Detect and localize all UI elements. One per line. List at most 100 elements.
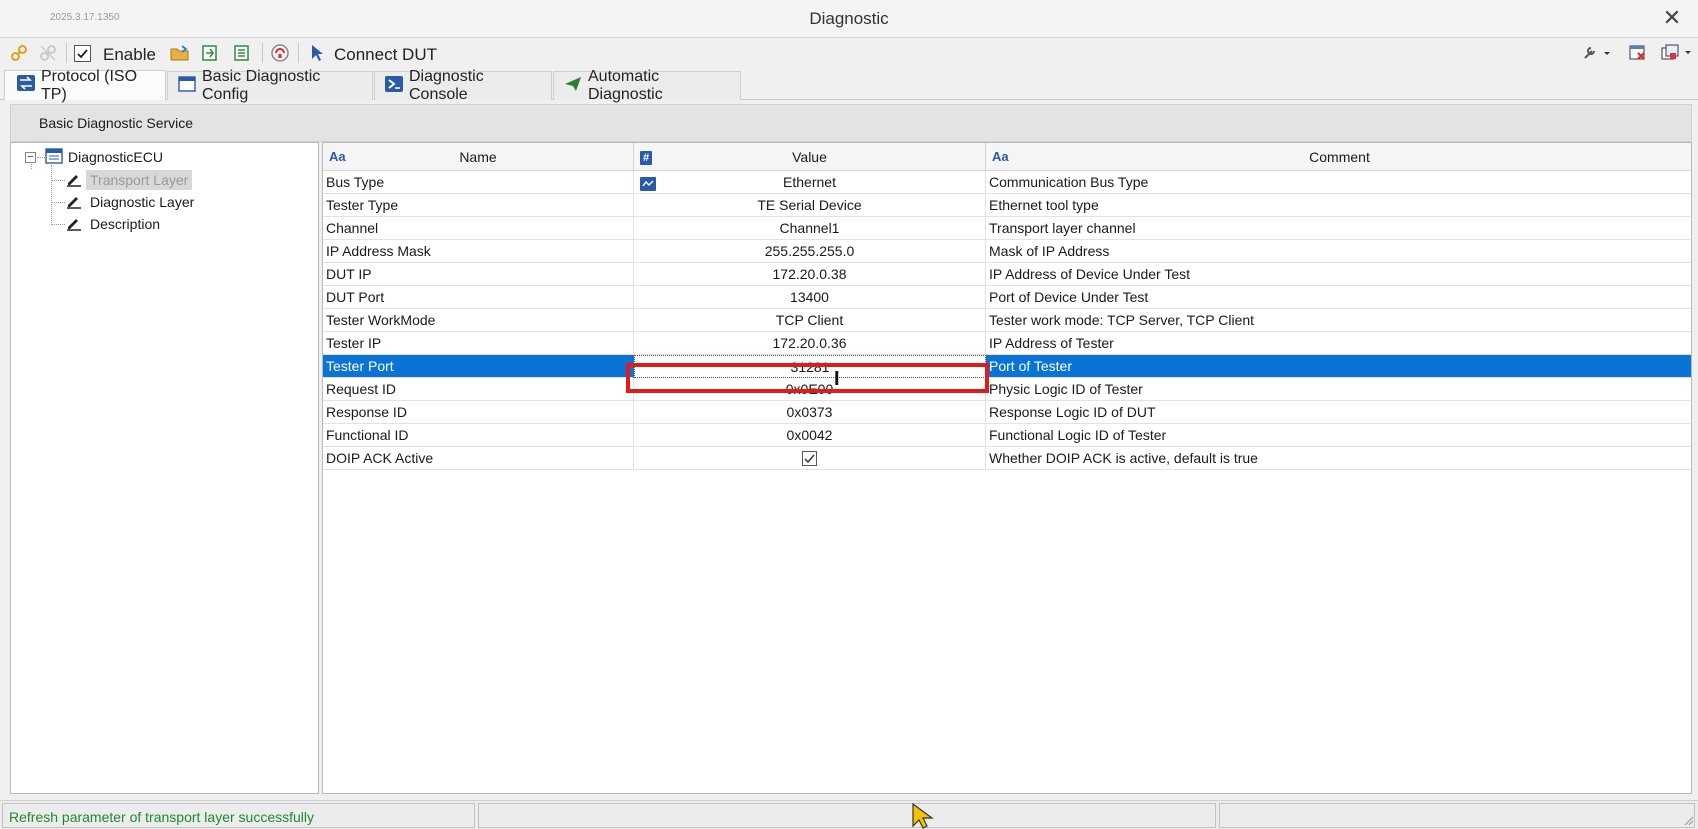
toolbar-separator — [262, 43, 263, 63]
cell-name: Tester IP — [323, 332, 634, 355]
pointer-icon[interactable] — [307, 43, 327, 63]
resize-grip-icon[interactable] — [1682, 814, 1694, 826]
table-row[interactable]: IP Address Mask 255.255.255.0 Mask of IP… — [323, 240, 1691, 263]
toolbar-separator — [66, 43, 67, 63]
tools-dropdown[interactable] — [1580, 43, 1614, 63]
link-icon[interactable] — [9, 43, 29, 63]
table-row[interactable]: DOIP ACK Active Whether DOIP ACK is acti… — [323, 447, 1691, 470]
cell-comment: Ethernet tool type — [989, 197, 1099, 213]
layout-dropdown[interactable] — [1660, 43, 1694, 63]
pencil-icon — [66, 171, 82, 190]
doip-ack-checkbox[interactable] — [802, 450, 817, 466]
cell-comment: Functional Logic ID of Tester — [989, 427, 1167, 443]
cell-comment: IP Address of Tester — [989, 335, 1114, 351]
export-icon[interactable] — [232, 43, 252, 63]
status-section — [478, 803, 1216, 828]
tab-diagnostic-console[interactable]: Diagnostic Console — [374, 68, 552, 103]
tab-label: Automatic Diagnostic — [588, 68, 663, 103]
ecu-icon — [45, 147, 63, 167]
pencil-icon — [66, 215, 82, 234]
status-message: Refresh parameter of transport layer suc… — [9, 809, 315, 825]
cell-value[interactable] — [634, 447, 986, 470]
cell-value[interactable]: 13400 — [634, 286, 986, 309]
import-icon[interactable] — [200, 43, 220, 63]
cell-value[interactable]: TE Serial Device — [634, 194, 986, 217]
send-icon — [564, 76, 582, 97]
cell-value[interactable]: 0x0042 — [634, 424, 986, 447]
close-window-icon[interactable] — [1628, 43, 1648, 63]
cell-value[interactable]: 0x0373 — [634, 401, 986, 424]
table-row-selected[interactable]: Tester Port 31281 Port of Tester — [323, 355, 1691, 378]
cell-comment: Communication Bus Type — [989, 174, 1149, 190]
section-title: Basic Diagnostic Service — [39, 115, 194, 131]
tab-label: Diagnostic Console — [409, 68, 484, 103]
tab-protocol-iso-tp[interactable]: Protocol (ISO TP) — [4, 68, 166, 103]
cell-value[interactable]: 255.255.255.0 — [634, 240, 986, 263]
table-row[interactable]: Response ID 0x0373 Response Logic ID of … — [323, 401, 1691, 424]
unlink-icon[interactable] — [38, 43, 58, 63]
cell-name: Tester WorkMode — [323, 309, 634, 332]
cell-value[interactable]: Ethernet — [634, 171, 986, 194]
cell-name: IP Address Mask — [323, 240, 634, 263]
open-folder-icon[interactable] — [170, 43, 190, 63]
cell-comment: Tester work mode: TCP Server, TCP Client — [989, 312, 1255, 328]
cell-comment: Transport layer channel — [989, 220, 1136, 236]
table-row[interactable]: Tester WorkMode TCP Client Tester work m… — [323, 309, 1691, 332]
diagnostic-icon[interactable] — [270, 43, 290, 63]
tree-item-label: Description — [90, 216, 161, 232]
tree-panel: − DiagnosticECU Transport Layer Diagnost… — [10, 142, 319, 794]
column-header-name[interactable]: Aa Name — [323, 143, 634, 171]
enable-checkbox[interactable] — [72, 43, 92, 63]
pencil-icon — [66, 193, 82, 212]
swap-icon — [17, 75, 35, 96]
cell-comment: Physic Logic ID of Tester — [989, 381, 1143, 397]
tab-bar: Protocol (ISO TP) Basic Diagnostic Confi… — [0, 68, 1698, 103]
toolbar: Enable Connect DUT — [0, 38, 1698, 68]
cell-name: Channel — [323, 217, 634, 240]
tree-item-diagnostic-layer[interactable]: Diagnostic Layer — [66, 191, 194, 213]
table-row[interactable]: Functional ID 0x0042 Functional Logic ID… — [323, 424, 1691, 447]
tree-root-label: DiagnosticECU — [68, 149, 163, 165]
cell-name: Request ID — [323, 378, 634, 401]
close-button[interactable]: ✕ — [1660, 6, 1684, 30]
table-row[interactable]: Channel Channel1 Transport layer channel — [323, 217, 1691, 240]
cell-comment: Port of Device Under Test — [989, 289, 1149, 305]
tree-item-root[interactable]: DiagnosticECU — [45, 146, 163, 168]
collapse-toggle[interactable]: − — [25, 152, 36, 163]
status-section: Refresh parameter of transport layer suc… — [2, 803, 475, 828]
cell-value[interactable]: Channel1 — [634, 217, 986, 240]
table-row[interactable]: Tester Type TE Serial Device Ethernet to… — [323, 194, 1691, 217]
section-header: Basic Diagnostic Service — [10, 104, 1692, 142]
table-row[interactable]: Bus Type Ethernet Communication Bus Type — [323, 171, 1691, 194]
cell-comment: Mask of IP Address — [989, 243, 1110, 259]
cell-value[interactable]: TCP Client — [634, 309, 986, 332]
cell-value[interactable]: 0x0E00 — [634, 378, 986, 401]
cell-comment: Whether DOIP ACK is active, default is t… — [989, 450, 1258, 466]
status-section — [1219, 803, 1695, 828]
table-row[interactable]: DUT Port 13400 Port of Device Under Test — [323, 286, 1691, 309]
ethernet-icon — [640, 175, 656, 194]
cell-value[interactable]: 172.20.0.38 — [634, 263, 986, 286]
cell-comment: IP Address of Device Under Test — [989, 266, 1191, 282]
cell-comment: Response Logic ID of DUT — [989, 404, 1156, 420]
connect-dut-button[interactable]: Connect DUT — [334, 45, 437, 65]
toolbar-separator — [298, 43, 299, 63]
cell-value-editor[interactable]: 31281 — [634, 355, 986, 378]
column-header-value[interactable]: # Value — [634, 143, 986, 171]
cell-comment: Port of Tester — [989, 358, 1073, 374]
tree-item-description[interactable]: Description — [66, 213, 160, 235]
table-row[interactable]: Request ID 0x0E00 Physic Logic ID of Tes… — [323, 378, 1691, 401]
table-row[interactable]: DUT IP 172.20.0.38 IP Address of Device … — [323, 263, 1691, 286]
column-header-comment[interactable]: Aa Comment — [986, 143, 1691, 171]
console-icon — [385, 75, 403, 97]
tab-basic-diagnostic-config[interactable]: Basic Diagnostic Config — [167, 68, 373, 103]
tree-item-transport-layer[interactable]: Transport Layer — [66, 169, 193, 191]
tab-label: Protocol (ISO TP) — [41, 67, 138, 103]
enable-label[interactable]: Enable — [103, 45, 156, 65]
mouse-pointer-icon — [912, 803, 934, 829]
window-title: Diagnostic — [809, 9, 889, 28]
cell-value[interactable]: 172.20.0.36 — [634, 332, 986, 355]
tab-automatic-diagnostic[interactable]: Automatic Diagnostic — [553, 68, 741, 103]
table-row[interactable]: Tester IP 172.20.0.36 IP Address of Test… — [323, 332, 1691, 355]
grid-header: Aa Name # Value Aa Comment — [323, 143, 1691, 171]
